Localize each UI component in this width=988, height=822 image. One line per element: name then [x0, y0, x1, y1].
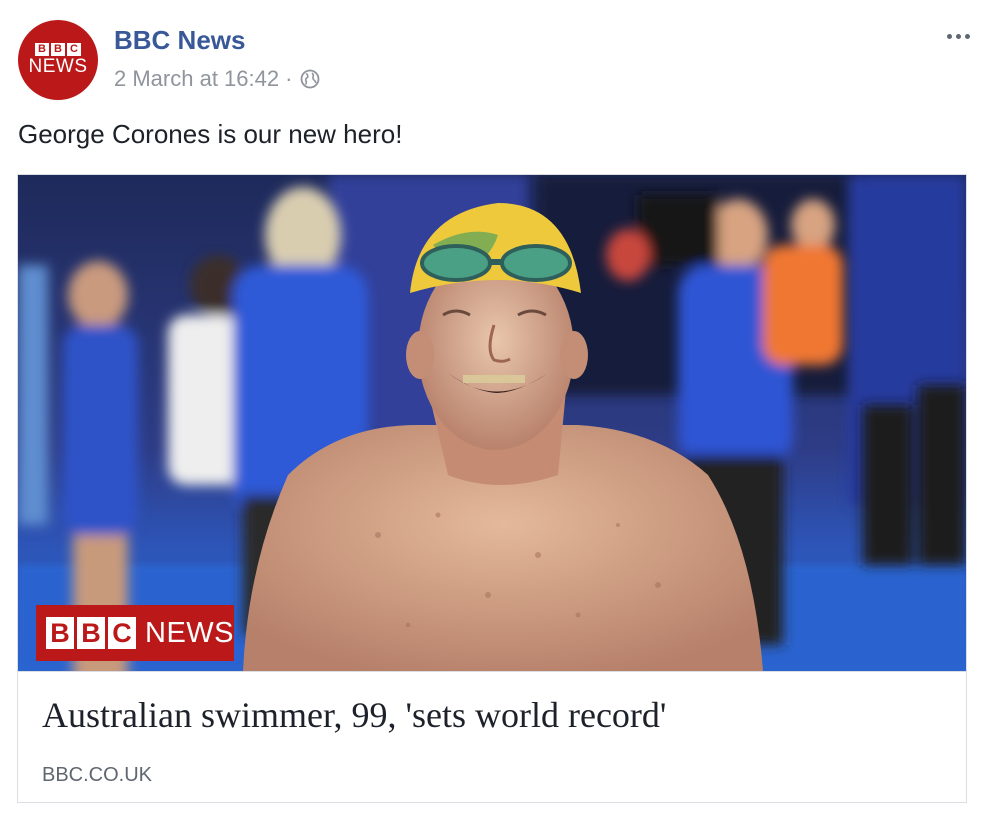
watermark-letter-c: C	[108, 617, 136, 649]
link-preview-card[interactable]: B B C NEWS Australian swimmer, 99, 'sets…	[17, 174, 967, 803]
bbc-news-watermark: B B C NEWS	[36, 605, 234, 661]
link-headline[interactable]: Australian swimmer, 99, 'sets world reco…	[42, 694, 666, 736]
meta-separator: ·	[285, 66, 293, 91]
avatar-letter-c: C	[67, 43, 81, 56]
avatar-letter-b1: B	[35, 43, 49, 56]
ellipsis-icon[interactable]	[940, 24, 976, 48]
avatar-bbc-blocks: B B C	[35, 43, 81, 56]
post-timestamp[interactable]: 2 March at 16:42	[114, 66, 279, 92]
globe-icon[interactable]	[300, 69, 320, 89]
link-preview-footer[interactable]: Australian swimmer, 99, 'sets world reco…	[18, 671, 966, 802]
avatar-news-text: NEWS	[28, 56, 88, 77]
post-meta: 2 March at 16:42 ·	[114, 66, 320, 92]
avatar-letter-b2: B	[51, 43, 65, 56]
page-name-link[interactable]: BBC News	[114, 25, 245, 56]
post-text: George Corones is our new hero!	[18, 119, 403, 149]
watermark-news-text: NEWS	[145, 616, 234, 649]
page-avatar[interactable]: B B C NEWS	[18, 20, 98, 100]
watermark-letter-b1: B	[46, 617, 74, 649]
link-domain: BBC.CO.UK	[42, 764, 153, 786]
link-preview-image[interactable]: B B C NEWS	[18, 175, 966, 671]
watermark-letter-b2: B	[77, 617, 105, 649]
